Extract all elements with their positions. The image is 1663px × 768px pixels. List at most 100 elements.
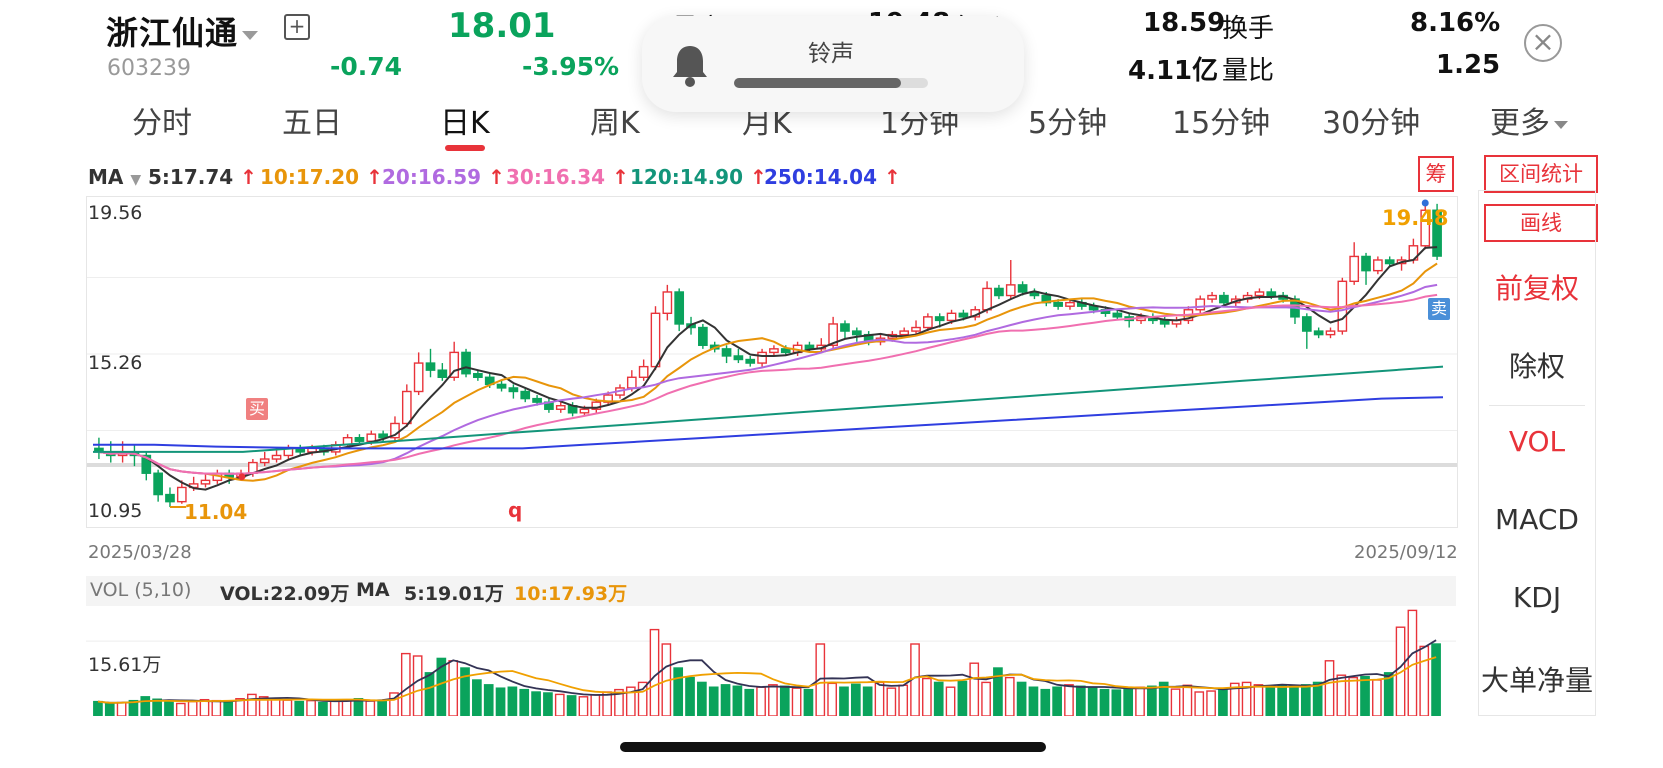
candle-body xyxy=(982,287,992,311)
sell-marker[interactable]: 卖 xyxy=(1428,298,1450,320)
volume-bar xyxy=(708,686,719,717)
q-label: q xyxy=(508,498,523,522)
volume-bar xyxy=(175,702,186,717)
volume-bar xyxy=(1099,688,1110,717)
tab-5min[interactable]: 5分钟 xyxy=(1028,98,1107,142)
volume-bar xyxy=(400,652,411,717)
open-value: 18.59 xyxy=(1143,8,1226,38)
ma30-value: 30:16.34 ↑ xyxy=(506,165,629,189)
volume-bar xyxy=(637,681,648,717)
ma20-value: 20:16.59 ↑ xyxy=(382,165,505,189)
ma120-value: 120:14.90 ↑ xyxy=(630,165,767,189)
volume-bar xyxy=(1028,686,1039,717)
volume-bar xyxy=(732,685,743,717)
volume-bar xyxy=(329,700,340,717)
candle-body xyxy=(1254,291,1265,297)
ringer-volume-fill xyxy=(734,78,901,88)
tab-more[interactable]: 更多 xyxy=(1490,98,1568,142)
volume-bar xyxy=(1075,685,1086,717)
candle-body xyxy=(259,458,270,464)
tab-30min[interactable]: 30分钟 xyxy=(1322,98,1420,142)
volume-bar xyxy=(898,684,909,717)
home-indicator[interactable] xyxy=(620,742,1046,752)
volume-bar xyxy=(957,680,968,717)
candle-body xyxy=(1053,301,1063,307)
volume-bar xyxy=(839,686,849,717)
volume-bar xyxy=(507,686,518,717)
volume-bar xyxy=(981,681,991,717)
range-stats-button[interactable]: 区间统计 xyxy=(1484,155,1598,193)
ringer-volume-bar[interactable] xyxy=(734,78,928,88)
tab-five-day[interactable]: 五日 xyxy=(282,98,342,142)
volume-bar xyxy=(791,687,802,717)
volume-indicator-label[interactable]: VOL (5,10) xyxy=(90,579,191,601)
volume-bar xyxy=(1300,684,1311,717)
tab-timeshare[interactable]: 分时 xyxy=(132,98,192,142)
candle-body xyxy=(1219,294,1229,304)
amount-value: 4.11亿 xyxy=(1128,56,1219,86)
sidebar-item-vol[interactable]: VOL xyxy=(1479,425,1595,458)
date-start: 2025/03/28 xyxy=(88,542,192,563)
candle-body xyxy=(674,291,685,325)
candle-body xyxy=(650,312,661,368)
candle-body xyxy=(496,383,507,389)
ma250-value: 250:14.04 ↑ xyxy=(764,165,901,189)
volume-bar xyxy=(862,686,873,717)
volume-bar xyxy=(1431,643,1441,717)
tab-weekly-k[interactable]: 周K xyxy=(590,98,640,142)
tab-15min[interactable]: 15分钟 xyxy=(1172,98,1270,142)
candle-body xyxy=(1384,259,1395,265)
close-icon[interactable]: × xyxy=(1524,24,1562,62)
volume-bar xyxy=(377,699,387,717)
ma10-value: 10:17.20 ↑ xyxy=(260,165,383,189)
volume-bar xyxy=(1135,686,1145,717)
volume-y-label: 15.61万 xyxy=(88,654,162,676)
sidebar-item-big-order[interactable]: 大单净量 xyxy=(1479,659,1595,699)
low-price-mark: 11.04 xyxy=(184,500,248,524)
volume-bar xyxy=(140,696,151,717)
sidebar-item-forward-adjust[interactable]: 前复权 xyxy=(1479,267,1595,307)
tab-daily-k[interactable]: 日K xyxy=(440,98,490,142)
candle-body xyxy=(579,408,590,414)
volume-bar xyxy=(519,688,530,717)
volume-svg xyxy=(86,609,1456,717)
volume-bar xyxy=(886,687,897,717)
volume-bar xyxy=(1253,684,1264,717)
bell-icon xyxy=(673,46,707,87)
candle-body xyxy=(1313,330,1324,336)
stock-name[interactable]: 浙江仙通 xyxy=(106,8,259,54)
volume-bar xyxy=(211,699,222,717)
volume-chart[interactable] xyxy=(86,606,1456,717)
volume-bar xyxy=(1147,685,1157,717)
kline-chart[interactable] xyxy=(86,196,1458,528)
volume-bar xyxy=(803,688,814,717)
volume-bar xyxy=(1052,686,1062,717)
buy-marker[interactable]: 买 xyxy=(246,398,268,420)
volume-bar xyxy=(697,681,707,717)
volume-bar xyxy=(827,682,837,717)
volume-bar xyxy=(933,681,944,717)
volume-bar xyxy=(164,700,174,717)
sidebar-item-macd[interactable]: MACD xyxy=(1479,503,1595,536)
volume-bar xyxy=(412,655,423,717)
candle-body xyxy=(165,493,175,503)
candle-body xyxy=(1373,259,1383,272)
sidebar-item-ex-rights[interactable]: 除权 xyxy=(1479,345,1595,385)
signal-dot xyxy=(238,473,246,481)
chip-button[interactable]: 筹 xyxy=(1418,156,1454,192)
chevron-down-icon[interactable] xyxy=(242,30,259,40)
candle-body xyxy=(200,479,211,485)
ma-label[interactable]: MA ▼ xyxy=(88,165,141,189)
candle-body xyxy=(1207,294,1217,300)
candle-body xyxy=(840,323,850,332)
plus-square-icon[interactable]: + xyxy=(284,14,310,40)
candle-body xyxy=(366,433,377,442)
candle-body xyxy=(1017,284,1028,293)
indicator-sidebar: 前复权 除权 VOL MACD KDJ 大单净量 xyxy=(1478,190,1596,716)
chevron-down-icon xyxy=(1554,120,1568,129)
sidebar-item-kdj[interactable]: KDJ xyxy=(1479,581,1595,614)
y-axis-bottom: 10.95 xyxy=(88,500,143,522)
volume-ma5: 5:19.01万 xyxy=(404,583,504,605)
ma250-line xyxy=(93,396,1444,450)
volume-bar xyxy=(1016,681,1027,717)
